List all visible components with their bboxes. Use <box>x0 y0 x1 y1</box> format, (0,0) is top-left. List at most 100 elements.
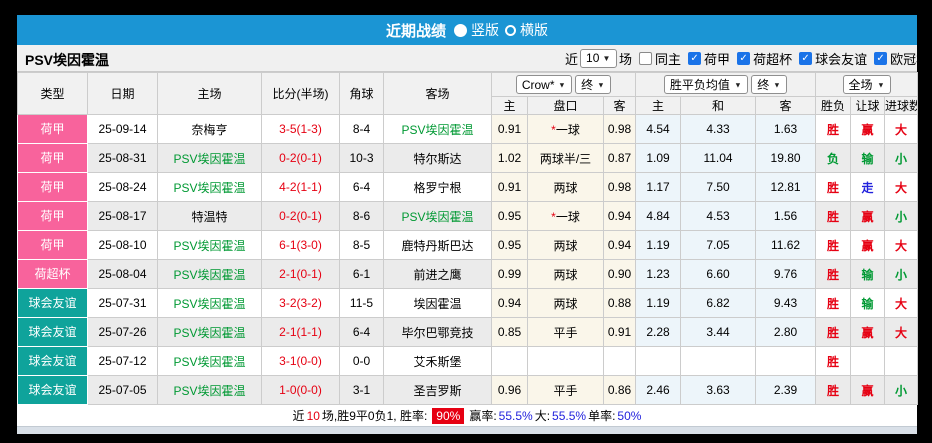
league-badge: 球会友谊 <box>18 318 87 346</box>
league-type-cell: 荷甲 <box>17 143 88 173</box>
result-row: 球会友谊 25-07-05 PSV埃因霍温 1-0(0-0) 3-1 圣吉罗斯 0.96 平手… <box>17 375 919 405</box>
avg-home-cell: 2.46 <box>635 375 682 405</box>
avg-final-select[interactable]: 终 <box>751 75 788 94</box>
vertical-layout-radio[interactable] <box>454 23 467 37</box>
league-checkbox-eredivisie[interactable]: ✓ <box>688 51 702 65</box>
league-label-eredivisie[interactable]: 荷甲 <box>704 49 730 68</box>
away-team[interactable]: 圣吉罗斯 <box>383 375 492 405</box>
avg-draw-cell: 4.33 <box>680 114 757 144</box>
avg-draw-cell: 7.50 <box>680 172 757 202</box>
footer-stat-text: 赢率: <box>469 409 497 423</box>
avg-away-cell: 9.43 <box>755 288 817 318</box>
avg-away-cell: 1.56 <box>755 201 817 231</box>
same-home-checkbox[interactable]: ✓ <box>639 51 653 65</box>
avg-home-cell: 1.09 <box>635 143 682 173</box>
vertical-layout-label[interactable]: 竖版 <box>471 20 499 40</box>
league-checkbox-supercup[interactable]: ✓ <box>737 51 751 65</box>
avg-draw-cell: 11.04 <box>680 143 757 173</box>
same-home-label[interactable]: 同主 <box>655 49 681 68</box>
away-team[interactable]: PSV埃因霍温 <box>383 114 492 144</box>
sub-header-goals: 进球数 <box>884 96 919 115</box>
away-odds-cell <box>602 346 637 376</box>
home-team[interactable]: PSV埃因霍温 <box>157 375 262 405</box>
odds-final-select[interactable]: 终 <box>575 75 612 94</box>
home-team[interactable]: PSV埃因霍温 <box>157 346 262 376</box>
corners-cell: 8-5 <box>339 230 384 260</box>
league-badge: 球会友谊 <box>18 289 87 317</box>
corners-cell: 6-1 <box>339 259 384 289</box>
result-row: 球会友谊 25-07-12 PSV埃因霍温 3-1(0-0) 0-0 艾禾斯堡 胜 <box>17 346 919 376</box>
avg-draw-cell: 6.82 <box>680 288 757 318</box>
league-checkbox-friendly[interactable]: ✓ <box>799 51 813 65</box>
bookmaker-select[interactable]: Crow* <box>515 75 572 94</box>
home-team[interactable]: PSV埃因霍温 <box>157 317 262 347</box>
avg-away-cell <box>755 346 817 376</box>
date-cell: 25-07-26 <box>87 317 158 347</box>
away-team[interactable]: 艾禾斯堡 <box>383 346 492 376</box>
corners-cell: 6-4 <box>339 172 384 202</box>
footer-stat-text: 单率: <box>588 409 616 423</box>
league-label-supercup[interactable]: 荷超杯 <box>753 49 792 68</box>
matches-label: 场 <box>619 51 633 67</box>
away-team[interactable]: 格罗宁根 <box>383 172 492 202</box>
goals-result-cell: 大 <box>884 114 919 144</box>
avg-home-cell: 1.17 <box>635 172 682 202</box>
away-team[interactable]: 前进之鹰 <box>383 259 492 289</box>
near-count-select[interactable]: 10 <box>580 48 618 68</box>
home-team[interactable]: PSV埃因霍温 <box>157 288 262 318</box>
home-team[interactable]: PSV埃因霍温 <box>157 172 262 202</box>
result-row: 球会友谊 25-07-26 PSV埃因霍温 2-1(1-1) 6-4 毕尔巴鄂竞技 0.85… <box>17 317 919 347</box>
date-cell: 25-08-04 <box>87 259 158 289</box>
col-header-corners: 角球 <box>339 72 384 115</box>
home-team[interactable]: PSV埃因霍温 <box>157 259 262 289</box>
result-group-header: 全场 <box>815 72 919 97</box>
league-badge: 荷甲 <box>18 115 87 143</box>
handicap-result-cell: 输 <box>850 259 886 289</box>
horizontal-layout-label[interactable]: 横版 <box>520 20 548 40</box>
away-team[interactable]: 毕尔巴鄂竞技 <box>383 317 492 347</box>
goals-result-cell: 小 <box>884 375 919 405</box>
results-tbody: 荷甲 25-09-14 奈梅亨 3-5(1-3) 8-4 PSV埃因霍温 0.91 *一球 0.… <box>17 114 919 405</box>
handicap-result-cell: 输 <box>850 143 886 173</box>
league-label-friendly[interactable]: 球会友谊 <box>815 49 867 68</box>
league-type-cell: 荷超杯 <box>17 259 88 289</box>
goals-result-cell <box>884 346 919 376</box>
away-team[interactable]: 埃因霍温 <box>383 288 492 318</box>
league-label-ucl[interactable]: 欧冠杯 <box>890 49 929 68</box>
filters: 近 10 场 ✓ 同主 ✓ 荷甲 ✓ 荷超杯 ✓ 球会友谊 ✓ 欧冠杯 ✓ 荷兰… <box>565 45 932 71</box>
date-cell: 25-09-14 <box>87 114 158 144</box>
score-cell: 3-2(3-2) <box>261 288 340 318</box>
avg-draw-cell: 6.60 <box>680 259 757 289</box>
away-team[interactable]: PSV埃因霍温 <box>383 201 492 231</box>
horizontal-layout-radio[interactable] <box>505 24 516 36</box>
league-checkbox-ucl[interactable]: ✓ <box>874 51 888 65</box>
horizontal-scrollbar[interactable] <box>17 426 917 434</box>
result-cell: 胜 <box>815 172 852 202</box>
corners-cell: 10-3 <box>339 143 384 173</box>
home-team[interactable]: 奈梅亨 <box>157 114 262 144</box>
home-odds-cell: 0.91 <box>491 114 528 144</box>
sub-header-avg-draw: 和 <box>680 96 757 115</box>
odds-final-select-wrap: 终 <box>575 75 612 94</box>
home-team[interactable]: 特温特 <box>157 201 262 231</box>
avg-home-cell: 1.23 <box>635 259 682 289</box>
fulltime-select-wrap: 全场 <box>842 75 891 94</box>
avg-draw-cell: 3.44 <box>680 317 757 347</box>
score-cell: 0-2(0-1) <box>261 143 340 173</box>
league-type-cell: 球会友谊 <box>17 288 88 318</box>
result-cell: 胜 <box>815 288 852 318</box>
home-team[interactable]: PSV埃因霍温 <box>157 230 262 260</box>
fulltime-select[interactable]: 全场 <box>842 75 891 94</box>
result-row: 荷甲 25-09-14 奈梅亨 3-5(1-3) 8-4 PSV埃因霍温 0.91 *一球 0.… <box>17 114 919 144</box>
home-team[interactable]: PSV埃因霍温 <box>157 143 262 173</box>
away-odds-cell: 0.94 <box>602 230 637 260</box>
sub-header-avg-home: 主 <box>635 96 682 115</box>
away-team[interactable]: 特尔斯达 <box>383 143 492 173</box>
avg-select[interactable]: 胜平负均值 <box>663 75 748 94</box>
away-odds-cell: 0.86 <box>602 375 637 405</box>
handicap-result-cell: 赢 <box>850 230 886 260</box>
result-cell: 胜 <box>815 259 852 289</box>
handicap-result-cell: 赢 <box>850 375 886 405</box>
away-team[interactable]: 鹿特丹斯巴达 <box>383 230 492 260</box>
league-type-cell: 球会友谊 <box>17 375 88 405</box>
